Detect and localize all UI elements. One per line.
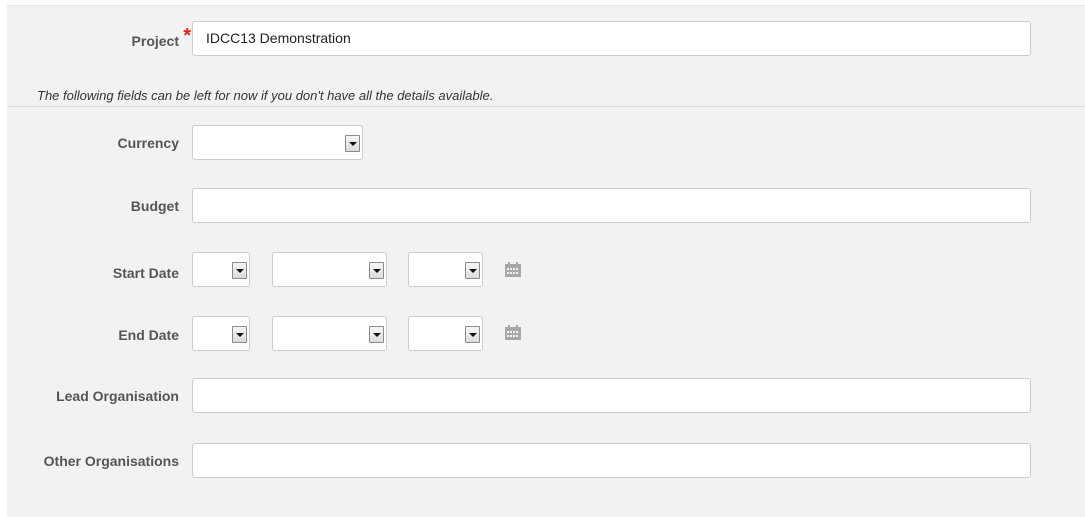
chevron-down-icon	[232, 262, 247, 279]
required-marker: *	[183, 25, 191, 47]
end-date-month-select[interactable]	[272, 316, 387, 351]
budget-input[interactable]	[192, 188, 1031, 223]
other-organisations-label: Other Organisations	[43, 453, 179, 469]
project-input[interactable]: IDCC13 Demonstration	[192, 21, 1031, 56]
form-panel	[7, 5, 1085, 517]
lead-organisation-input[interactable]	[192, 378, 1031, 413]
end-date-label: End Date	[118, 327, 179, 343]
chevron-down-icon	[232, 326, 247, 343]
optional-fields-note: The following fields can be left for now…	[37, 88, 494, 103]
end-date-year-select[interactable]	[408, 316, 483, 351]
chevron-down-icon	[345, 135, 360, 152]
calendar-icon[interactable]	[505, 262, 521, 277]
start-date-day-select[interactable]	[192, 252, 250, 287]
calendar-icon[interactable]	[505, 325, 521, 340]
currency-label: Currency	[117, 135, 179, 151]
chevron-down-icon	[465, 262, 480, 279]
section-divider	[7, 106, 1085, 107]
start-date-label: Start Date	[112, 265, 179, 281]
start-date-month-select[interactable]	[272, 252, 387, 287]
chevron-down-icon	[369, 326, 384, 343]
lead-organisation-label: Lead Organisation	[56, 388, 179, 404]
currency-select[interactable]	[192, 125, 363, 160]
chevron-down-icon	[369, 262, 384, 279]
start-date-year-select[interactable]	[408, 252, 483, 287]
budget-label: Budget	[130, 198, 179, 214]
chevron-down-icon	[465, 326, 480, 343]
other-organisations-input[interactable]	[192, 443, 1031, 478]
project-label: Project *	[131, 25, 191, 49]
end-date-day-select[interactable]	[192, 316, 250, 351]
